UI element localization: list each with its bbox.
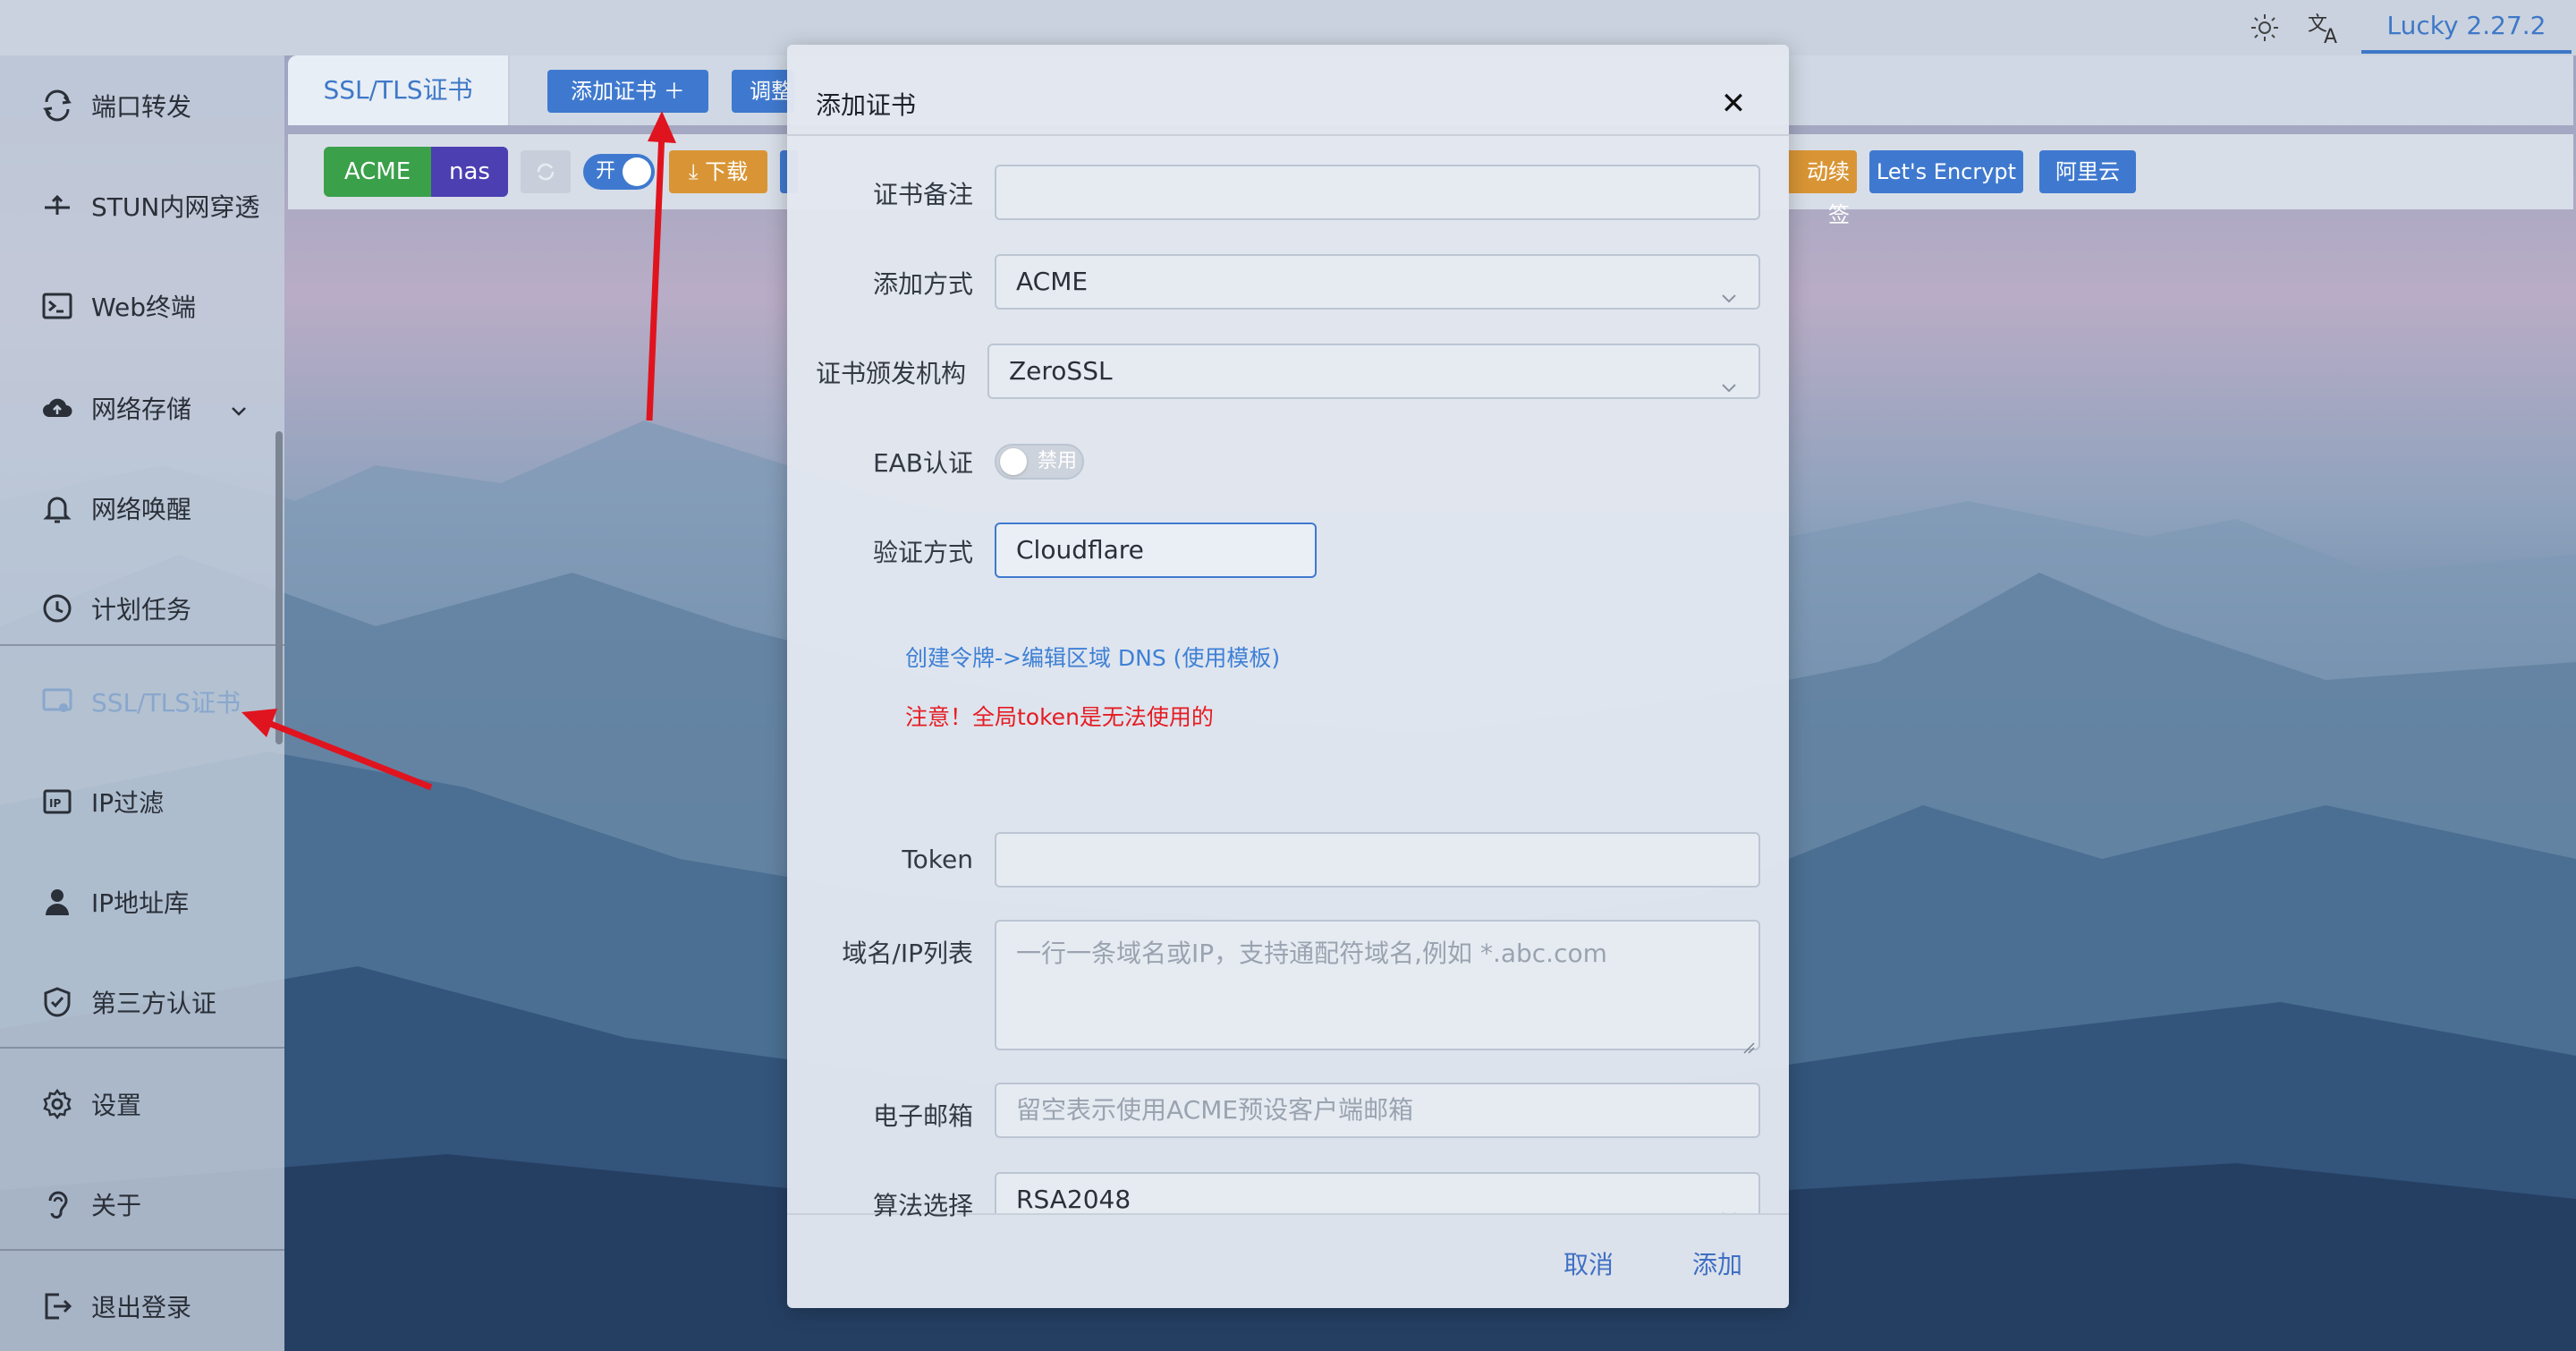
close-icon[interactable]: ✕ xyxy=(1717,88,1750,120)
sidebar-scrollbar[interactable] xyxy=(275,431,283,744)
sidebar-item-label: 计划任务 xyxy=(91,595,192,625)
certificate-icon xyxy=(39,684,75,719)
sidebar-item-label: SSL/TLS证书 xyxy=(91,688,242,718)
algorithm-value: RSA2048 xyxy=(1016,1185,1131,1213)
download-button[interactable]: ⤓ 下载 xyxy=(669,150,767,193)
domains-placeholder: 一行一条域名或IP，支持通配符域名,例如 *.abc.com xyxy=(1016,939,1607,968)
tab-ssl-tls[interactable]: SSL/TLS证书 xyxy=(288,55,510,125)
sidebar-item-web-terminal[interactable]: Web终端 xyxy=(0,256,284,356)
letsencrypt-button[interactable]: Let's Encrypt xyxy=(1869,150,2023,193)
dialog-divider xyxy=(787,134,1789,136)
email-label: 电子邮箱 xyxy=(872,1101,973,1131)
shield-icon xyxy=(39,984,75,1020)
clock-icon xyxy=(39,591,75,626)
sidebar-item-logout[interactable]: 退出登录 xyxy=(0,1256,284,1351)
ca-value: ZeroSSL xyxy=(1009,356,1113,386)
algorithm-label: 算法选择 xyxy=(872,1191,973,1220)
sidebar-item-label: IP地址库 xyxy=(91,888,190,918)
chevron-down-icon[interactable] xyxy=(229,397,249,417)
add-method-value: ACME xyxy=(1016,267,1089,296)
remark-input[interactable] xyxy=(995,165,1760,220)
domains-label: 域名/IP列表 xyxy=(842,939,973,968)
domains-textarea[interactable]: 一行一条域名或IP，支持通配符域名,例如 *.abc.com xyxy=(995,920,1760,1054)
person-icon xyxy=(39,884,75,920)
ear-icon xyxy=(39,1186,75,1222)
sidebar-item-label: 关于 xyxy=(91,1191,142,1220)
sidebar-item-third-party-auth[interactable]: 第三方认证 xyxy=(0,952,284,1052)
sidebar-item-label: 端口转发 xyxy=(91,92,192,122)
eab-label: EAB认证 xyxy=(872,448,973,478)
create-token-link[interactable]: 创建令牌->编辑区域 DNS (使用模板) xyxy=(905,641,1280,673)
terminal-icon xyxy=(39,288,75,324)
sidebar: 端口转发 STUN内网穿透 Web终端 网络存储 网络唤醒 计划任务 SSL/T… xyxy=(0,55,284,1351)
ca-label: 证书颁发机构 xyxy=(815,359,966,388)
toggle-knob xyxy=(623,157,651,186)
token-label: Token xyxy=(902,845,973,874)
eab-toggle-label: 禁用 xyxy=(1038,450,1078,472)
token-input[interactable] xyxy=(995,832,1760,888)
eab-toggle[interactable]: 禁用 xyxy=(995,444,1084,480)
add-button[interactable]: 添加 xyxy=(1692,1245,1742,1281)
sidebar-item-label: 网络唤醒 xyxy=(91,495,192,524)
chevron-down-icon xyxy=(1719,1192,1739,1213)
enable-toggle[interactable]: 开 xyxy=(583,154,655,190)
sidebar-item-ip-filter[interactable]: IP IP过滤 xyxy=(0,752,284,852)
verify-method-select[interactable]: Cloudflare xyxy=(995,523,1317,578)
svg-text:IP: IP xyxy=(49,797,61,810)
sidebar-item-stun[interactable]: STUN内网穿透 xyxy=(0,156,284,256)
sidebar-item-ssl-tls[interactable]: SSL/TLS证书 xyxy=(0,651,284,752)
algorithm-select[interactable]: RSA2048 xyxy=(995,1172,1760,1213)
dialog-title: 添加证书 xyxy=(816,90,917,120)
add-certificate-button[interactable]: 添加证书 ＋ xyxy=(547,70,708,113)
port-forward-icon xyxy=(39,88,75,123)
adjust-button[interactable]: 调整 xyxy=(732,70,794,113)
ip-filter-icon: IP xyxy=(39,784,75,820)
sidebar-divider xyxy=(0,1249,284,1251)
sun-icon[interactable] xyxy=(2250,13,2280,43)
aliyun-button[interactable]: 阿里云 xyxy=(2039,150,2136,193)
resize-grip-icon[interactable] xyxy=(1741,1031,1755,1054)
verify-method-label: 验证方式 xyxy=(872,538,973,567)
sidebar-item-label: 第三方认证 xyxy=(91,989,217,1018)
ca-select[interactable]: ZeroSSL xyxy=(987,344,1760,399)
sidebar-item-port-forward[interactable]: 端口转发 xyxy=(0,55,284,156)
sidebar-item-label: 退出登录 xyxy=(91,1293,192,1322)
stun-icon xyxy=(39,188,75,224)
logout-icon xyxy=(39,1288,75,1324)
sidebar-item-network-storage[interactable]: 网络存储 xyxy=(0,358,284,458)
toggle-knob xyxy=(1000,448,1027,475)
cancel-button[interactable]: 取消 xyxy=(1563,1245,1614,1281)
sidebar-item-label: STUN内网穿透 xyxy=(91,192,260,222)
email-input[interactable]: 留空表示使用ACME预设客户端邮箱 xyxy=(995,1083,1760,1138)
version-tab[interactable]: Lucky 2.27.2 xyxy=(2361,0,2572,54)
sidebar-divider xyxy=(0,1047,284,1049)
acme-tag: ACME xyxy=(324,147,431,197)
add-method-label: 添加方式 xyxy=(872,269,973,299)
sidebar-item-about[interactable]: 关于 xyxy=(0,1154,284,1254)
sidebar-divider xyxy=(0,644,284,646)
svg-text:A: A xyxy=(2324,26,2337,47)
cloud-storage-icon xyxy=(39,390,75,426)
global-token-warning: 注意！全局token是无法使用的 xyxy=(905,704,1214,730)
refresh-button[interactable] xyxy=(521,150,571,193)
sidebar-item-ip-database[interactable]: IP地址库 xyxy=(0,852,284,952)
add-method-select[interactable]: ACME xyxy=(995,254,1760,310)
translate-icon[interactable]: 文A xyxy=(2306,9,2345,48)
sidebar-item-settings[interactable]: 设置 xyxy=(0,1054,284,1154)
bell-icon xyxy=(39,490,75,526)
chevron-down-icon xyxy=(1719,274,1739,303)
sidebar-item-wake-on-lan[interactable]: 网络唤醒 xyxy=(0,458,284,558)
sidebar-item-label: Web终端 xyxy=(91,293,197,322)
auto-renew-button[interactable]: 动续签 xyxy=(1787,150,1857,227)
sidebar-item-label: 设置 xyxy=(91,1091,142,1120)
toggle-label: 开 xyxy=(596,160,616,183)
chevron-down-icon xyxy=(1719,363,1739,393)
gear-icon xyxy=(39,1086,75,1122)
nas-tag: nas xyxy=(431,147,508,197)
remark-label: 证书备注 xyxy=(872,180,973,209)
sidebar-item-label: IP过滤 xyxy=(91,788,165,818)
sidebar-item-label: 网络存储 xyxy=(91,395,192,424)
